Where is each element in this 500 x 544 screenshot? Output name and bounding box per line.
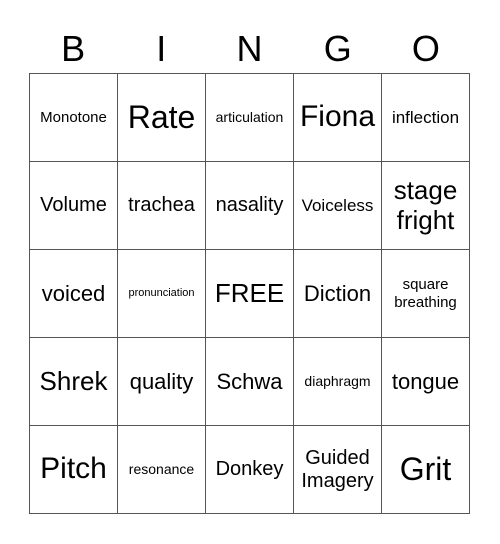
bingo-cell[interactable]: Guided Imagery [294, 426, 382, 514]
bingo-cell[interactable]: square breathing [382, 250, 470, 338]
header-letter-b: B [61, 28, 86, 69]
bingo-header: B I N G O [29, 26, 470, 72]
bingo-cell[interactable]: Volume [30, 162, 118, 250]
bingo-cell[interactable]: articulation [206, 74, 294, 162]
bingo-cell[interactable]: nasality [206, 162, 294, 250]
bingo-cell[interactable]: stage fright [382, 162, 470, 250]
bingo-card-grid: Monotone Rate articulation Fiona inflect… [29, 73, 470, 514]
bingo-cell[interactable]: Donkey [206, 426, 294, 514]
header-letter-n: N [236, 28, 263, 69]
bingo-cell[interactable]: inflection [382, 74, 470, 162]
bingo-cell[interactable]: resonance [118, 426, 206, 514]
bingo-cell[interactable]: Monotone [30, 74, 118, 162]
bingo-cell[interactable]: diaphragm [294, 338, 382, 426]
header-letter-o: O [411, 28, 440, 69]
bingo-cell[interactable]: quality [118, 338, 206, 426]
bingo-cell[interactable]: pronunciation [118, 250, 206, 338]
bingo-cell[interactable]: trachea [118, 162, 206, 250]
bingo-cell[interactable]: Shrek [30, 338, 118, 426]
bingo-cell[interactable]: Fiona [294, 74, 382, 162]
header-letter-i: I [156, 28, 167, 69]
bingo-cell[interactable]: Schwa [206, 338, 294, 426]
bingo-cell[interactable]: Grit [382, 426, 470, 514]
bingo-cell[interactable]: voiced [30, 250, 118, 338]
bingo-cell[interactable]: Pitch [30, 426, 118, 514]
free-space-cell[interactable]: FREE [206, 250, 294, 338]
header-letter-g: G [323, 28, 352, 69]
bingo-cell[interactable]: Rate [118, 74, 206, 162]
bingo-cell[interactable]: tongue [382, 338, 470, 426]
bingo-cell[interactable]: Voiceless [294, 162, 382, 250]
bingo-cell[interactable]: Diction [294, 250, 382, 338]
